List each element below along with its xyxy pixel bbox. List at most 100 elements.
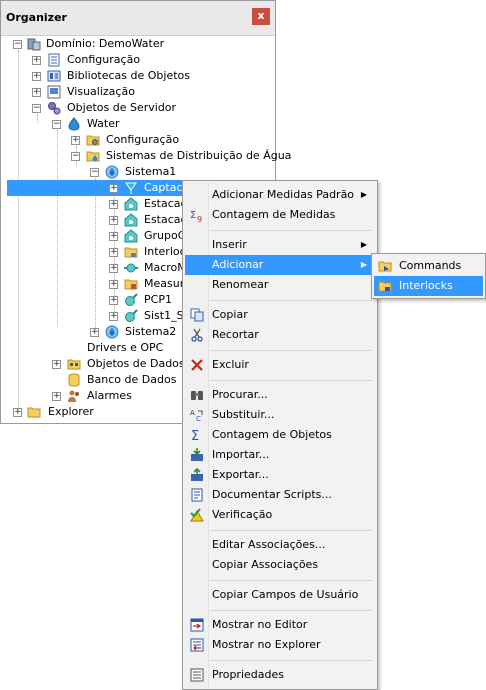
menu-item-procurar[interactable]: Procurar... bbox=[185, 385, 375, 405]
expand-toggle[interactable]: + bbox=[109, 248, 118, 257]
tree-item-macrome[interactable]: + MacroMe bbox=[109, 260, 194, 276]
tree-item-sistemas-distribuicao[interactable]: − Sistemas de Distribuição de Água bbox=[71, 148, 291, 164]
menu-separator bbox=[210, 380, 372, 381]
expand-toggle[interactable]: + bbox=[13, 408, 22, 417]
expand-toggle[interactable]: + bbox=[109, 264, 118, 273]
expand-toggle[interactable]: + bbox=[109, 296, 118, 305]
menu-item-adicionar[interactable]: Adicionar ▶ bbox=[185, 255, 375, 275]
menu-item-importar[interactable]: Importar... bbox=[185, 445, 375, 465]
svg-text:Σ: Σ bbox=[190, 210, 196, 221]
folder-measure-icon bbox=[124, 279, 138, 290]
tree-item-alarmes[interactable]: + Alarmes bbox=[52, 388, 182, 404]
tree-item-objetos-dados[interactable]: + Objetos de Dados bbox=[52, 356, 185, 372]
collapse-toggle[interactable]: − bbox=[71, 152, 80, 161]
tree-item-banco-dados[interactable]: Banco de Dados bbox=[52, 372, 182, 388]
expand-toggle[interactable]: + bbox=[109, 184, 118, 193]
expand-toggle[interactable]: + bbox=[109, 280, 118, 289]
water-system-icon bbox=[105, 325, 119, 339]
tree-item-visualizacao[interactable]: + Visualização bbox=[32, 84, 272, 100]
menu-item-label: Mostrar no Explorer bbox=[212, 638, 321, 651]
water-drop-icon bbox=[68, 117, 80, 131]
menu-item-mostrar-explorer[interactable]: Mostrar no Explorer bbox=[185, 635, 375, 655]
tree-item-label: Estacao bbox=[144, 197, 188, 210]
sigma-count-icon: Σ 9 bbox=[190, 210, 202, 222]
expand-toggle[interactable]: + bbox=[109, 216, 118, 225]
submenu-item-commands[interactable]: Commands bbox=[374, 256, 483, 276]
tree-item-pcp1[interactable]: + PCP1 bbox=[109, 292, 189, 308]
tree-item-sist1-sis[interactable]: + Sist1_Sis bbox=[109, 308, 192, 324]
menu-item-verificacao[interactable]: Verificação bbox=[185, 505, 375, 525]
submenu-item-label: Interlocks bbox=[399, 279, 453, 292]
tree-item-configuracao-water[interactable]: + Configuração bbox=[71, 132, 271, 148]
document-scripts-icon bbox=[191, 488, 203, 502]
expand-toggle[interactable]: + bbox=[52, 360, 61, 369]
cut-icon bbox=[191, 328, 203, 342]
menu-separator bbox=[210, 350, 372, 351]
tree-item-label: Visualização bbox=[67, 85, 135, 98]
menu-separator bbox=[210, 530, 372, 531]
tree-item-measure[interactable]: + Measure bbox=[109, 276, 191, 292]
tree-guide-line bbox=[18, 50, 19, 410]
expand-toggle[interactable]: + bbox=[90, 328, 99, 337]
menu-item-copiar-associacoes[interactable]: Copiar Associações bbox=[185, 555, 375, 575]
menu-item-inserir[interactable]: Inserir ▶ bbox=[185, 235, 375, 255]
menu-item-documentar-scripts[interactable]: Documentar Scripts... bbox=[185, 485, 375, 505]
collapse-toggle[interactable]: − bbox=[90, 168, 99, 177]
menu-item-exportar[interactable]: Exportar... bbox=[185, 465, 375, 485]
menu-item-copiar[interactable]: Copiar bbox=[185, 305, 375, 325]
show-editor-icon bbox=[190, 618, 204, 632]
expand-toggle[interactable]: + bbox=[109, 200, 118, 209]
menu-item-mostrar-editor[interactable]: Mostrar no Editor bbox=[185, 615, 375, 635]
collapse-toggle[interactable]: − bbox=[52, 120, 61, 129]
close-button[interactable]: x bbox=[252, 8, 270, 25]
menu-item-contagem-medidas[interactable]: Σ 9 Contagem de Medidas bbox=[185, 205, 375, 225]
menu-item-editar-associacoes[interactable]: Editar Associações... bbox=[185, 535, 375, 555]
menu-item-adicionar-medidas-padrao[interactable]: Adicionar Medidas Padrão ▶ bbox=[185, 185, 375, 205]
menu-item-substituir[interactable]: A C Substituir... bbox=[185, 405, 375, 425]
tree-item-label: Drivers e OPC bbox=[87, 341, 164, 354]
menu-item-propriedades[interactable]: Propriedades bbox=[185, 665, 375, 685]
tree-item-drivers-opc[interactable]: Drivers e OPC bbox=[52, 340, 182, 356]
menu-item-contagem-objetos[interactable]: Σ Contagem de Objetos bbox=[185, 425, 375, 445]
menu-item-label: Procurar... bbox=[212, 388, 268, 401]
collapse-toggle[interactable]: − bbox=[13, 40, 22, 49]
domain-icon bbox=[27, 38, 41, 51]
submenu-arrow-icon: ▶ bbox=[360, 240, 367, 249]
menu-item-label: Editar Associações... bbox=[212, 538, 326, 551]
expand-toggle[interactable]: + bbox=[52, 392, 61, 401]
tree-item-estacao-2[interactable]: + Estacao bbox=[109, 212, 189, 228]
tree-item-sistema1[interactable]: − Sistema1 bbox=[90, 164, 270, 180]
tree-item-bibliotecas[interactable]: + Bibliotecas de Objetos bbox=[32, 68, 272, 84]
submenu-item-interlocks[interactable]: Interlocks bbox=[374, 276, 483, 296]
expand-toggle[interactable]: + bbox=[109, 312, 118, 321]
tree-item-domain[interactable]: − Domínio: DemoWater bbox=[13, 36, 273, 52]
menu-item-label: Copiar Associações bbox=[212, 558, 319, 571]
adicionar-submenu: Commands Interlocks bbox=[371, 253, 486, 299]
expand-toggle[interactable]: + bbox=[32, 72, 41, 81]
tree-item-water[interactable]: − Water bbox=[52, 116, 272, 132]
menu-item-copiar-campos-usuario[interactable]: Copiar Campos de Usuário bbox=[185, 585, 375, 605]
tree-item-configuracao[interactable]: + Configuração bbox=[32, 52, 272, 68]
expand-toggle[interactable]: + bbox=[32, 88, 41, 97]
tree-item-sistema2[interactable]: + Sistema2 bbox=[90, 324, 190, 340]
collapse-toggle[interactable]: − bbox=[32, 104, 41, 113]
tree-item-interlock[interactable]: + Interlock bbox=[109, 244, 192, 260]
menu-item-label: Contagem de Objetos bbox=[212, 428, 332, 441]
submenu-arrow-icon: ▶ bbox=[360, 190, 367, 199]
menu-item-label: Copiar Campos de Usuário bbox=[212, 588, 359, 601]
tree-item-explorer[interactable]: + Explorer bbox=[13, 404, 153, 420]
tree-item-label: Sistema1 bbox=[125, 165, 177, 178]
tree-item-label: Domínio: DemoWater bbox=[46, 37, 165, 50]
tree-item-estacao-1[interactable]: + Estacao bbox=[109, 196, 189, 212]
tree-item-objetos-servidor[interactable]: − Objetos de Servidor bbox=[32, 100, 272, 116]
menu-item-renomear[interactable]: Renomear bbox=[185, 275, 375, 295]
menu-item-label: Substituir... bbox=[212, 408, 275, 421]
data-objects-icon bbox=[67, 359, 81, 370]
expand-toggle[interactable]: + bbox=[109, 232, 118, 241]
expand-toggle[interactable]: + bbox=[32, 56, 41, 65]
expand-toggle[interactable]: + bbox=[71, 136, 80, 145]
tree-item-grupoco[interactable]: + GrupoCo bbox=[109, 228, 192, 244]
menu-item-excluir[interactable]: Excluir bbox=[185, 355, 375, 375]
tree-item-label: Sistemas de Distribuição de Água bbox=[106, 149, 292, 162]
menu-item-recortar[interactable]: Recortar bbox=[185, 325, 375, 345]
